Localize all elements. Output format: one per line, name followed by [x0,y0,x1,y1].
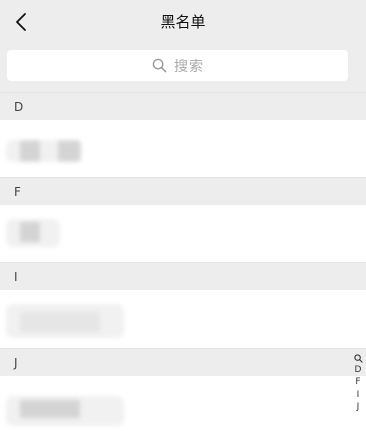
section-letter: F [14,185,21,199]
blacklist-screen: 黑名单 搜索 D F I J D F I J [0,0,366,431]
section-letter: I [14,270,18,284]
search-input[interactable]: 搜索 [7,50,348,81]
section-letter: J [14,356,18,370]
section-header-j: J [0,348,366,376]
redacted-name [20,312,100,332]
redacted-name [58,141,80,161]
search-icon [151,58,167,74]
nav-bar: 黑名单 [0,0,366,44]
redacted-name [20,222,40,242]
section-letter: D [14,100,24,114]
index-letter-i[interactable]: I [352,389,364,401]
contact-row[interactable] [0,290,366,348]
page-title: 黑名单 [160,13,206,31]
section-header-i: I [0,262,366,290]
index-letter-j[interactable]: J [352,401,364,413]
redacted-name [20,141,40,161]
contact-row[interactable] [0,205,366,262]
contact-row[interactable] [0,120,366,177]
alphabet-index-bar: D F I J [352,352,364,414]
section-header-f: F [0,177,366,205]
chevron-left-icon [16,13,26,31]
back-button[interactable] [8,8,34,36]
index-letter-d[interactable]: D [352,364,364,376]
redacted-name [20,400,80,418]
index-search-icon[interactable] [352,352,364,364]
search-bar: 搜索 [0,44,366,92]
search-placeholder: 搜索 [174,58,204,75]
section-header-d: D [0,92,366,120]
contact-row[interactable] [0,376,366,431]
index-letter-f[interactable]: F [352,376,364,388]
